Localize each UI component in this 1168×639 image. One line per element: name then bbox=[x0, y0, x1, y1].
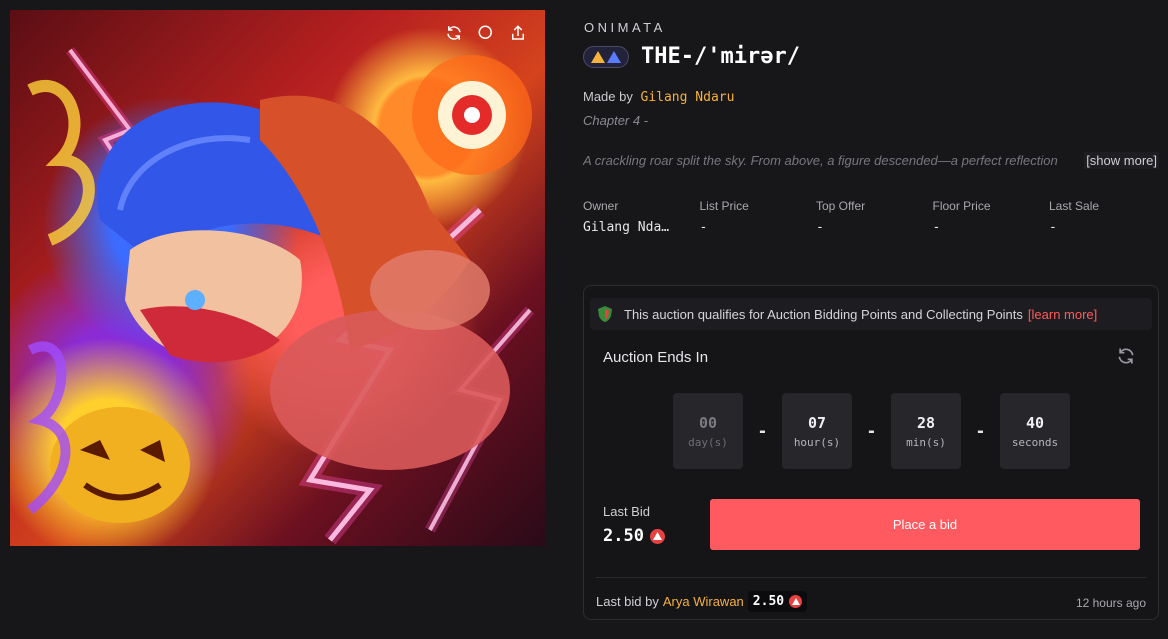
made-by-label: Made by bbox=[583, 89, 633, 104]
countdown-unit: seconds bbox=[1011, 435, 1059, 449]
stats-row: Owner Gilang Nda… List Price - Top Offer… bbox=[583, 199, 1166, 235]
chain-badge-icon bbox=[583, 45, 629, 68]
countdown-hours: 07 hour(s) bbox=[782, 393, 852, 469]
last-bid-footer: Last bid by Arya Wirawan 2.50 bbox=[596, 591, 808, 612]
countdown-separator: - bbox=[868, 419, 875, 442]
artwork-toolbar bbox=[445, 24, 527, 42]
countdown-value: 00 bbox=[698, 413, 718, 432]
collection-name[interactable]: ONIMATA bbox=[584, 20, 666, 35]
countdown-unit: day(s) bbox=[688, 435, 728, 449]
stat-value: - bbox=[699, 220, 708, 235]
show-more-link[interactable]: [show more] bbox=[1084, 152, 1159, 169]
divider bbox=[596, 577, 1146, 578]
countdown-value: 40 bbox=[1025, 413, 1045, 432]
zoom-icon[interactable] bbox=[477, 24, 495, 42]
countdown: 00 day(s) - 07 hour(s) - 28 min(s) - 40 … bbox=[673, 393, 1070, 469]
countdown-days: 00 day(s) bbox=[673, 393, 743, 469]
place-bid-button[interactable]: Place a bid bbox=[710, 499, 1140, 550]
chapter-label: Chapter 4 - bbox=[583, 113, 649, 128]
countdown-value: 07 bbox=[807, 413, 827, 432]
footer-prefix: Last bid by bbox=[596, 594, 659, 609]
auction-card: This auction qualifies for Auction Biddi… bbox=[583, 285, 1159, 620]
countdown-separator: - bbox=[977, 419, 984, 442]
points-banner: This auction qualifies for Auction Biddi… bbox=[590, 298, 1152, 330]
made-by: Made by Gilang Ndaru bbox=[583, 89, 734, 105]
bid-amount-chip: 2.50 bbox=[747, 591, 808, 612]
countdown-minutes: 28 min(s) bbox=[891, 393, 961, 469]
stat-label: Owner bbox=[583, 199, 619, 213]
learn-more-link[interactable]: [learn more] bbox=[1028, 307, 1097, 322]
avax-icon bbox=[649, 528, 665, 544]
countdown-value: 28 bbox=[916, 413, 936, 432]
countdown-seconds: 40 seconds bbox=[1000, 393, 1070, 469]
stat-label: Last Sale bbox=[1049, 199, 1100, 213]
share-icon[interactable] bbox=[509, 24, 527, 42]
artwork-illustration bbox=[26, 47, 535, 545]
title-row: THE-/'mirər/ bbox=[583, 44, 800, 69]
stat-label: List Price bbox=[699, 199, 749, 213]
stat-value: - bbox=[816, 220, 824, 235]
stat-value: - bbox=[1049, 220, 1057, 235]
nft-artwork[interactable] bbox=[10, 10, 545, 546]
stat-owner: Owner Gilang Nda… bbox=[583, 199, 700, 235]
refresh-icon[interactable] bbox=[445, 24, 463, 42]
last-bid-amount: 2.50 bbox=[603, 526, 644, 546]
stat-top-offer: Top Offer - bbox=[816, 199, 933, 235]
countdown-unit: hour(s) bbox=[793, 435, 841, 449]
points-banner-text: This auction qualifies for Auction Biddi… bbox=[624, 306, 1023, 322]
owner-link[interactable]: Gilang Nda… bbox=[583, 220, 700, 235]
countdown-separator: - bbox=[759, 419, 766, 442]
auction-ends-label: Auction Ends In bbox=[603, 349, 709, 366]
avax-icon bbox=[789, 595, 803, 608]
description-row: A crackling roar split the sky. From abo… bbox=[583, 152, 1161, 171]
stat-floor-price: Floor Price - bbox=[933, 199, 1050, 235]
stat-label: Top Offer bbox=[816, 199, 866, 213]
bidder-link[interactable]: Arya Wirawan bbox=[663, 594, 744, 609]
bid-chip-amount: 2.50 bbox=[752, 594, 785, 609]
refresh-icon[interactable] bbox=[1116, 346, 1136, 366]
last-bid-label: Last Bid bbox=[603, 504, 650, 519]
countdown-unit: min(s) bbox=[906, 435, 946, 449]
stat-last-sale: Last Sale - bbox=[1049, 199, 1166, 235]
description: A crackling roar split the sky. From abo… bbox=[583, 153, 1058, 168]
time-ago: 12 hours ago bbox=[1075, 596, 1146, 610]
stat-list-price: List Price - bbox=[700, 199, 817, 235]
shield-badge-icon bbox=[596, 305, 614, 323]
last-bid-value: 2.50 bbox=[603, 526, 665, 546]
nft-title: THE-/'mirər/ bbox=[641, 44, 800, 69]
stat-label: Floor Price bbox=[932, 199, 991, 213]
creator-link[interactable]: Gilang Ndaru bbox=[641, 90, 735, 105]
stat-value: - bbox=[932, 220, 941, 235]
